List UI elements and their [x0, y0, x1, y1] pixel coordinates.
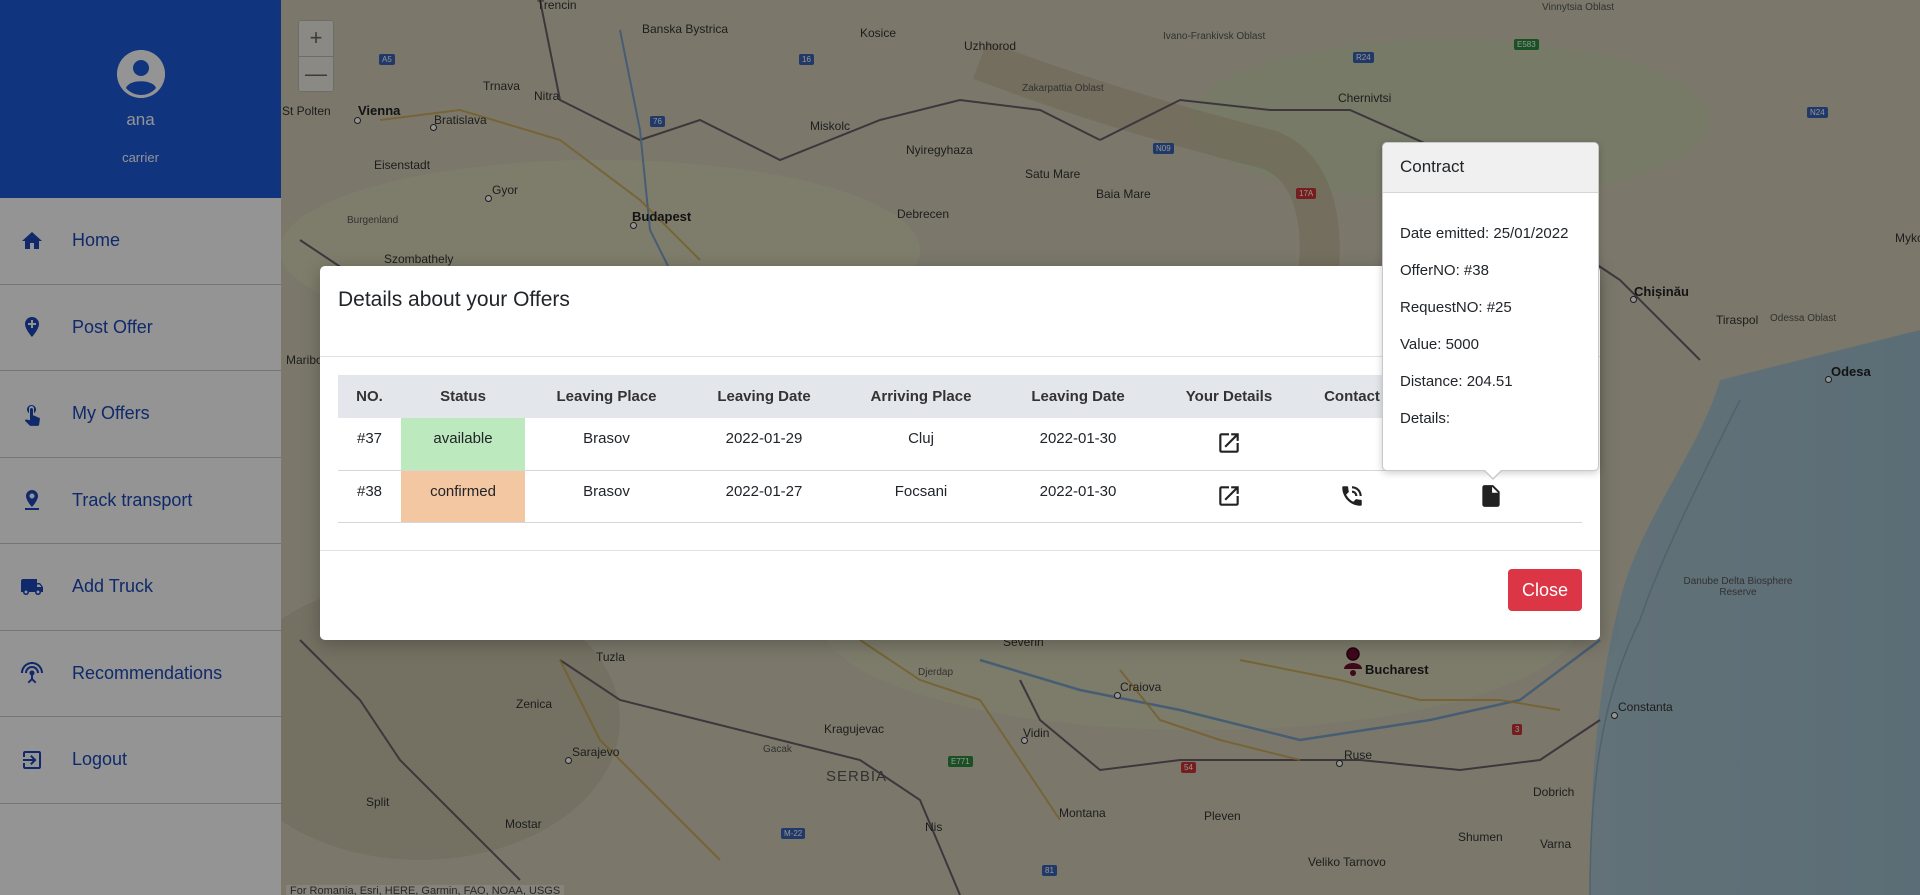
cell-arriving-date: 2022-01-30: [1002, 418, 1154, 471]
cell-your-details: [1154, 470, 1304, 523]
col-header-arriving-place: Arriving Place: [840, 375, 1002, 418]
modal-footer: Close: [320, 551, 1600, 639]
cell-status: confirmed: [401, 470, 525, 523]
contract-date-emitted: Date emitted: 25/01/2022: [1400, 225, 1569, 242]
col-header-your-details: Your Details: [1154, 375, 1304, 418]
col-header-leaving-date: Leaving Date: [688, 375, 840, 418]
col-header-arriving-date: Leaving Date: [1002, 375, 1154, 418]
col-header-status: Status: [401, 375, 525, 418]
contract-request-no: RequestNO: #25: [1400, 299, 1512, 316]
sidebar-dim: [0, 198, 281, 895]
cell-leaving-place: Brasov: [525, 418, 688, 471]
open-in-new-icon[interactable]: [1216, 483, 1242, 509]
cell-arriving-place: Cluj: [840, 418, 1002, 471]
contract-value: Value: 5000: [1400, 336, 1479, 353]
contract-offer-no: OfferNO: #38: [1400, 262, 1489, 279]
table-row: #38 confirmed Brasov 2022-01-27 Focsani …: [338, 470, 1582, 523]
col-header-leaving-place: Leaving Place: [525, 375, 688, 418]
popover-body: Date emitted: 25/01/2022 OfferNO: #38 Re…: [1383, 193, 1598, 447]
cell-your-details: [1154, 418, 1304, 471]
sidebar-dim-header: [0, 0, 281, 198]
popover-arrow: [1483, 469, 1503, 480]
close-button[interactable]: Close: [1508, 569, 1582, 611]
cell-arriving-date: 2022-01-30: [1002, 470, 1154, 523]
document-icon[interactable]: [1478, 483, 1504, 509]
cell-leaving-date: 2022-01-29: [688, 418, 840, 471]
contract-details: Details:: [1400, 410, 1451, 427]
contract-distance: Distance: 204.51: [1400, 373, 1513, 390]
popover-title: Contract: [1383, 143, 1598, 193]
cell-leaving-place: Brasov: [525, 470, 688, 523]
cell-leaving-date: 2022-01-27: [688, 470, 840, 523]
cell-status: available: [401, 418, 525, 471]
cell-arriving-place: Focsani: [840, 470, 1002, 523]
open-in-new-icon[interactable]: [1216, 430, 1242, 456]
contract-popover: Contract Date emitted: 25/01/2022 OfferN…: [1382, 142, 1599, 480]
phone-in-talk-icon[interactable]: [1339, 483, 1365, 509]
cell-contact: [1304, 470, 1400, 523]
cell-no: #38: [338, 470, 401, 523]
col-header-no: NO.: [338, 375, 401, 418]
cell-no: #37: [338, 418, 401, 471]
